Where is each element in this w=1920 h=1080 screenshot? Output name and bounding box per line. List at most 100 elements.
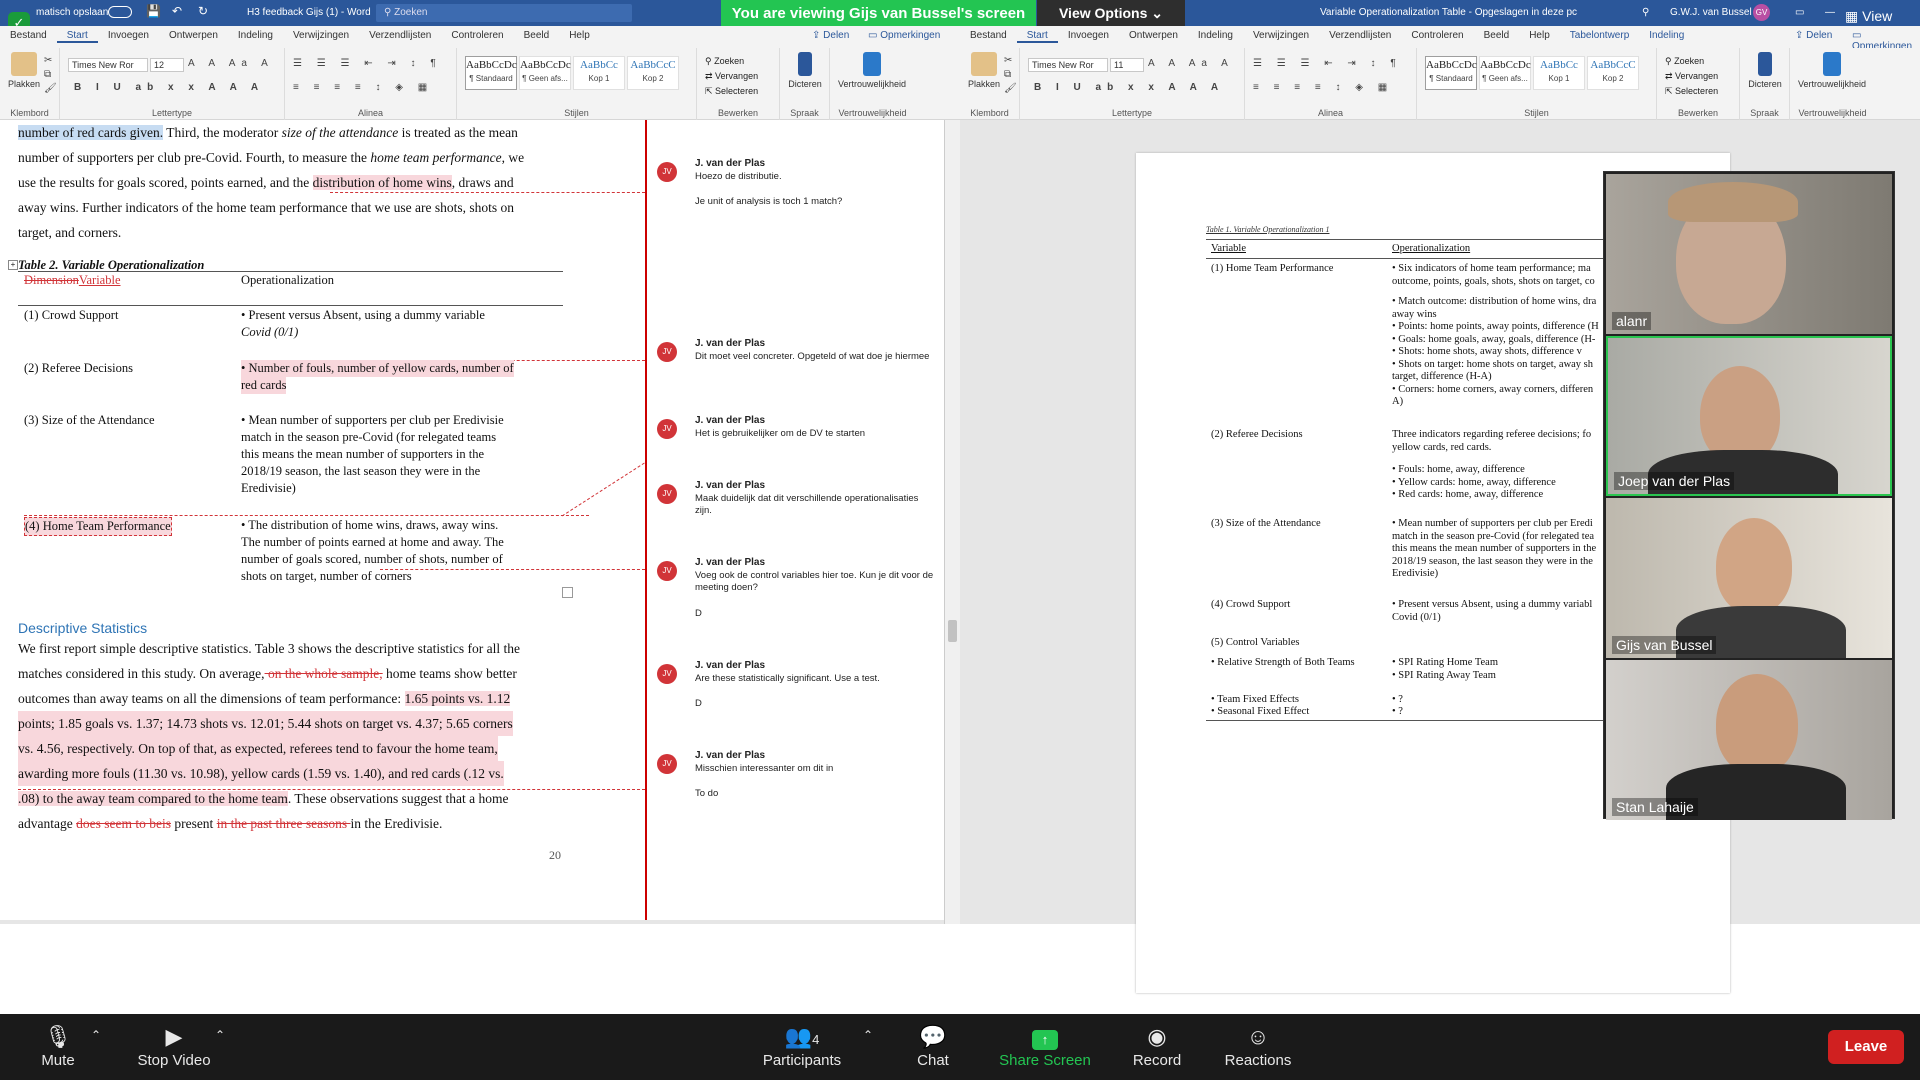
video-options-chevron-icon[interactable]: ⌃ — [212, 1028, 228, 1042]
tab-start[interactable]: Start — [56, 26, 98, 43]
paste-button[interactable]: Plakken — [964, 52, 1004, 89]
style-standaard[interactable]: AaBbCcDc ¶ Standaard — [465, 56, 517, 90]
share-button[interactable]: ⇪ Delen — [812, 30, 849, 41]
video-tile-stan[interactable]: Stan Lahaije — [1606, 660, 1892, 820]
tab-help[interactable]: Help — [559, 26, 600, 41]
tab-bestand[interactable]: Bestand — [0, 26, 57, 41]
style-kop1[interactable]: AaBbCc Kop 1 — [1533, 56, 1585, 90]
find-button[interactable]: ⚲ Zoeken — [1665, 54, 1718, 69]
comment-card[interactable]: JV J. van der Plas Misschien interessant… — [657, 750, 937, 810]
dictate-button[interactable]: Dicteren — [785, 52, 825, 89]
share-button-right[interactable]: ⇪ Delen — [1795, 30, 1832, 41]
style-geen-afstand[interactable]: AaBbCcDc ¶ Geen afs... — [1479, 56, 1531, 90]
mute-button[interactable]: 🎙 Mute — [30, 1022, 86, 1069]
view-options-button[interactable]: View Options ⌄ — [1037, 0, 1185, 27]
autosave-toggle[interactable] — [108, 6, 132, 18]
redo-icon[interactable]: ↻ — [198, 4, 208, 18]
save-icon[interactable]: 💾 — [146, 4, 161, 18]
replace-button[interactable]: ⇄ Vervangen — [705, 69, 758, 84]
table-resize-handle[interactable] — [562, 587, 573, 598]
tab-tabelontwerp[interactable]: Tabelontwerp — [1560, 26, 1639, 41]
cut-copy-icons[interactable]: ✂ ⧉ 🖌 — [44, 54, 57, 96]
align-icons[interactable]: ≡ ≡ ≡ ≡ ↕ ◈ ▦ — [1253, 82, 1393, 93]
cut-copy-icons[interactable]: ✂ ⧉ 🖌 — [1004, 54, 1017, 96]
comment-card[interactable]: JV J. van der Plas Dit moet veel concret… — [657, 338, 937, 388]
find-button[interactable]: ⚲ Zoeken — [705, 54, 758, 69]
tab-table-indeling[interactable]: Indeling — [1639, 26, 1694, 41]
list-icons[interactable]: ☰ ☰ ☰ ⇤ ⇥ ↕ ¶ — [1253, 58, 1402, 69]
paste-button[interactable]: Plakken — [4, 52, 44, 89]
search-box[interactable]: ⚲ Zoeken — [376, 4, 632, 22]
style-kop1[interactable]: AaBbCc Kop 1 — [573, 56, 625, 90]
undo-icon[interactable]: ↶ — [172, 4, 182, 18]
replace-button[interactable]: ⇄ Vervangen — [1665, 69, 1718, 84]
audio-options-chevron-icon[interactable]: ⌃ — [88, 1028, 104, 1042]
desc-line-6[interactable]: awarding more fouls (11.30 vs. 10.98), y… — [18, 761, 504, 786]
commented-text[interactable]: .08) to the away team compared to the ho… — [18, 791, 288, 806]
table-row-2-op-2[interactable]: red cards — [241, 377, 287, 394]
ribbon-display-icon[interactable]: ▭ — [1795, 7, 1804, 18]
tab-controleren[interactable]: Controleren — [1401, 26, 1473, 41]
bold-italic-underline-icons[interactable]: B I U ab x x A A A — [74, 82, 264, 93]
select-button[interactable]: ⇱ Selecteren — [1665, 84, 1718, 99]
commented-text[interactable]: distribution of home wins — [312, 175, 452, 190]
style-kop2[interactable]: AaBbCcC Kop 2 — [1587, 56, 1639, 90]
comment-card[interactable]: JV J. van der Plas Voeg ook de control v… — [657, 557, 937, 627]
chat-button[interactable]: 💬 Chat — [908, 1022, 958, 1069]
search-icon-right[interactable]: ⚲ — [1642, 7, 1649, 18]
tab-verwijzingen[interactable]: Verwijzingen — [1243, 26, 1319, 41]
list-icons[interactable]: ☰ ☰ ☰ ⇤ ⇥ ↕ ¶ — [293, 58, 442, 69]
record-button[interactable]: ◉ Record — [1127, 1022, 1187, 1069]
font-grow-shrink-icons[interactable]: A A Aa A — [1148, 58, 1234, 69]
participants-chevron-icon[interactable]: ⌃ — [860, 1028, 876, 1042]
align-icons[interactable]: ≡ ≡ ≡ ≡ ↕ ◈ ▦ — [293, 82, 433, 93]
commented-text[interactable]: 1.65 points vs. 1.12 — [404, 691, 511, 706]
video-tile-joep[interactable]: Joep van der Plas — [1606, 336, 1892, 496]
tab-indeling[interactable]: Indeling — [228, 26, 283, 41]
style-standaard[interactable]: AaBbCcDc ¶ Standaard — [1425, 56, 1477, 90]
tab-help[interactable]: Help — [1519, 26, 1560, 41]
tab-beeld[interactable]: Beeld — [514, 26, 560, 41]
comments-button[interactable]: ▭ Opmerkingen — [868, 30, 940, 41]
tab-ontwerpen[interactable]: Ontwerpen — [159, 26, 228, 41]
scrollbar-thumb[interactable] — [948, 620, 957, 642]
leave-button[interactable]: Leave — [1828, 1030, 1904, 1064]
font-grow-shrink-icons[interactable]: A A Aa A — [188, 58, 274, 69]
minimize-icon[interactable]: — — [1825, 7, 1835, 18]
stop-video-button[interactable]: ▶ Stop Video — [128, 1022, 220, 1069]
desc-line-5[interactable]: vs. 4.56, respectively. On top of that, … — [18, 736, 498, 761]
tab-invoegen[interactable]: Invoegen — [1058, 26, 1119, 41]
sensitivity-button[interactable]: Vertrouwelijkheid — [1796, 52, 1868, 89]
left-document-canvas[interactable]: number of red cards given. Third, the mo… — [0, 120, 945, 924]
tab-invoegen[interactable]: Invoegen — [98, 26, 159, 41]
share-screen-button[interactable]: ↑ Share Screen — [995, 1022, 1095, 1069]
select-button[interactable]: ⇱ Selecteren — [705, 84, 758, 99]
tab-bestand[interactable]: Bestand — [960, 26, 1017, 41]
table-row-4-variable[interactable]: (4) Home Team Performance — [24, 517, 172, 536]
table-row-2-op-1[interactable]: • Number of fouls, number of yellow card… — [241, 360, 514, 377]
font-size-box[interactable]: 12 — [150, 58, 184, 72]
comment-card[interactable]: JV J. van der Plas Hoezo de distributie.… — [657, 158, 937, 218]
tab-beeld[interactable]: Beeld — [1474, 26, 1520, 41]
reactions-button[interactable]: ☺ Reactions — [1220, 1022, 1296, 1069]
tab-start[interactable]: Start — [1016, 26, 1058, 43]
vertical-scrollbar[interactable] — [945, 120, 960, 924]
tab-controleren[interactable]: Controleren — [441, 26, 513, 41]
tab-ontwerpen[interactable]: Ontwerpen — [1119, 26, 1188, 41]
tab-indeling[interactable]: Indeling — [1188, 26, 1243, 41]
table-move-handle-icon[interactable]: + — [8, 260, 18, 270]
dictate-button[interactable]: Dicteren — [1745, 52, 1785, 89]
participants-button[interactable]: 👥4 Participants — [752, 1022, 852, 1069]
style-kop2[interactable]: AaBbCcC Kop 2 — [627, 56, 679, 90]
video-tile-alanr[interactable]: alanr — [1606, 174, 1892, 334]
font-name-box[interactable]: Times New Ror — [68, 58, 148, 72]
video-tile-gijs[interactable]: Gijs van Bussel — [1606, 498, 1892, 658]
font-name-box[interactable]: Times New Ror — [1028, 58, 1108, 72]
tab-verzendlijsten[interactable]: Verzendlijsten — [1319, 26, 1401, 41]
comment-card[interactable]: JV J. van der Plas Are these statistical… — [657, 660, 937, 720]
style-geen-afstand[interactable]: AaBbCcDc ¶ Geen afs... — [519, 56, 571, 90]
comment-card[interactable]: JV J. van der Plas Het is gebruikelijker… — [657, 415, 937, 455]
tab-verzendlijsten[interactable]: Verzendlijsten — [359, 26, 441, 41]
desc-line-4[interactable]: points; 1.85 goals vs. 1.37; 14.73 shots… — [18, 711, 513, 736]
tab-verwijzingen[interactable]: Verwijzingen — [283, 26, 359, 41]
